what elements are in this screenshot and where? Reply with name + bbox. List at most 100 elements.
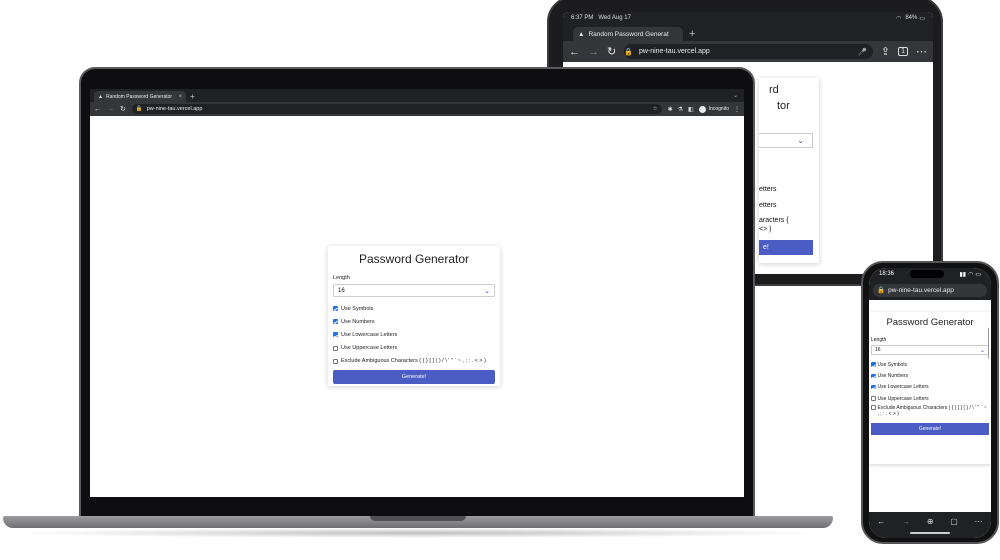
exclude-ambiguous-checkbox[interactable] <box>333 358 338 364</box>
laptop-toolbar: ← → ↻ 🔒 pw-nine-tau.vercel.app ☆ ✱ ⚗ ◧ I… <box>90 102 744 116</box>
tablet-toolbar: ← → ↻ 🔒 pw-nine-tau.vercel.app 🎤 ⇪ 1 ⋯ <box>563 41 933 62</box>
new-tab-icon[interactable]: + <box>190 91 195 102</box>
tablet-generate-button[interactable]: e! <box>759 240 813 255</box>
option-numbers[interactable]: Use Numbers <box>333 315 495 328</box>
phone-option-exclude-ambiguous[interactable]: Exclude Ambiguous Characters ( { } [ ] (… <box>871 404 989 420</box>
lock-icon: 🔒 <box>624 48 633 56</box>
password-generator-card: Password Generator Length 16 ⌄ Use Symbo… <box>328 246 500 386</box>
phone-address-bar[interactable]: 🔒 pw-nine-tau.vercel.app <box>873 283 987 297</box>
laptop-toolbar-icons: ✱ ⚗ ◧ Incognito ⋮ <box>668 105 740 113</box>
option-label: Use Numbers <box>877 372 909 379</box>
phone-lowercase-checkbox[interactable] <box>871 384 876 390</box>
site-favicon-icon: ▲ <box>578 30 585 38</box>
phone-page: Password Generator Length 16 ⌄ Use Symbo… <box>869 300 991 512</box>
laptop-browser-tab[interactable]: ▲ Random Password Generator × <box>94 91 186 102</box>
incognito-indicator[interactable]: Incognito <box>698 105 729 113</box>
lock-icon: 🔒 <box>877 287 886 294</box>
phone-uppercase-checkbox[interactable] <box>871 396 876 401</box>
tabs-icon[interactable]: ▢ <box>950 517 958 526</box>
phone-option-lowercase[interactable]: Use Lowercase Letters <box>871 382 989 393</box>
tablet-browser-tab[interactable]: ▲ Random Password Generat <box>573 27 683 41</box>
option-label: Use Uppercase Letters <box>341 345 398 352</box>
page-title: Password Generator <box>358 252 470 266</box>
length-select[interactable]: 16 ⌄ <box>333 284 495 297</box>
phone-option-symbols[interactable]: Use Symbols <box>871 359 989 370</box>
uppercase-checkbox[interactable] <box>333 345 338 351</box>
laptop-tab-title: Random Password Generator <box>105 93 173 100</box>
phone-status-bar: 18:36 ▮▮ ◠ ▭ <box>869 268 991 280</box>
new-tab-icon[interactable]: ⊕ <box>927 517 934 526</box>
numbers-checkbox[interactable] <box>333 319 338 325</box>
incognito-icon <box>698 105 706 113</box>
close-tab-icon[interactable]: × <box>178 94 182 100</box>
laptop-notch <box>370 516 466 521</box>
flask-icon[interactable]: ⚗ <box>678 106 683 113</box>
option-exclude-ambiguous[interactable]: Exclude Ambiguous Characters ( { } [ ] (… <box>333 355 495 368</box>
back-icon[interactable]: ← <box>94 106 101 113</box>
tablet-tab-title: Random Password Generat <box>588 30 669 38</box>
new-tab-icon[interactable]: + <box>689 27 695 41</box>
generate-button[interactable]: Generate! <box>333 369 495 384</box>
sidepanel-icon[interactable]: ◧ <box>688 106 694 113</box>
phone-symbols-checkbox[interactable] <box>871 362 876 367</box>
tablet-status-bar: 6:37 PM Wed Aug 17 ◠ 84% ▭ <box>563 12 933 24</box>
option-label: Use Lowercase Letters <box>877 384 929 391</box>
phone-scrollbar[interactable] <box>988 328 989 358</box>
tablet-generator-card: rd tor ⌄ etters etters aracters { <> ) e… <box>759 78 819 263</box>
options-list: Use Symbols Use Numbers Use Lowercase Le… <box>328 302 500 368</box>
option-symbols[interactable]: Use Symbols <box>333 302 495 315</box>
phone-time: 18:36 <box>879 271 895 277</box>
phone-options-list: Use Symbols Use Numbers Use Lowercase Le… <box>869 359 991 420</box>
phone-page-title: Password Generator <box>886 317 974 328</box>
bookmark-star-icon[interactable]: ☆ <box>653 106 658 112</box>
tab-search-icon[interactable]: ⌄ <box>733 91 744 102</box>
tablet-option-label: etters <box>759 186 777 193</box>
tablet-address-bar[interactable]: 🔒 pw-nine-tau.vercel.app 🎤 <box>624 44 873 59</box>
reload-icon[interactable]: ↻ <box>607 45 616 58</box>
more-icon[interactable]: ⋮ <box>734 106 740 113</box>
phone-length-select[interactable]: 16 ⌄ <box>871 345 989 355</box>
tablet-option-label: etters <box>759 202 777 209</box>
phone-option-uppercase[interactable]: Use Uppercase Letters <box>871 393 989 404</box>
option-uppercase[interactable]: Use Uppercase Letters <box>333 342 495 355</box>
option-label: Exclude Ambiguous Characters ( { } [ ] (… <box>341 358 486 365</box>
tablet-length-select[interactable]: ⌄ <box>759 133 813 148</box>
share-icon[interactable]: ⇪ <box>881 45 890 58</box>
more-icon[interactable]: ⋯ <box>975 517 983 526</box>
tablet-title-part: tor <box>777 100 790 112</box>
mic-icon[interactable]: 🎤 <box>858 48 867 56</box>
option-lowercase[interactable]: Use Lowercase Letters <box>333 328 495 341</box>
more-icon[interactable]: ⋯ <box>916 45 927 58</box>
laptop-address-bar[interactable]: 🔒 pw-nine-tau.vercel.app ☆ <box>131 104 662 114</box>
phone-device: 18:36 ▮▮ ◠ ▭ 🔒 pw-nine-tau.vercel.app Pa… <box>861 261 999 544</box>
phone-option-numbers[interactable]: Use Numbers <box>871 370 989 381</box>
phone-bottom-toolbar: ← → ⊕ ▢ ⋯ <box>869 512 991 538</box>
dynamic-island <box>909 270 944 278</box>
wifi-icon: ◠ <box>968 271 974 278</box>
phone-exclude-ambiguous-checkbox[interactable] <box>871 405 876 410</box>
option-label: Use Uppercase Letters <box>877 395 929 402</box>
length-label: Length <box>333 275 350 281</box>
tablet-option-label: <> ) <box>759 226 772 233</box>
site-favicon-icon: ▲ <box>98 93 103 100</box>
option-label: Use Symbols <box>341 305 374 312</box>
back-icon[interactable]: ← <box>877 517 885 526</box>
home-indicator <box>910 532 950 534</box>
tab-count-icon[interactable]: 1 <box>898 47 908 56</box>
incognito-label: Incognito <box>708 106 729 112</box>
extensions-icon[interactable]: ✱ <box>668 106 673 113</box>
reload-icon[interactable]: ↻ <box>120 105 126 113</box>
tablet-tab-strip: ▲ Random Password Generat + <box>563 24 933 41</box>
back-icon[interactable]: ← <box>569 46 580 58</box>
lowercase-checkbox[interactable] <box>333 332 338 338</box>
phone-screen: 18:36 ▮▮ ◠ ▭ 🔒 pw-nine-tau.vercel.app Pa… <box>869 268 991 538</box>
symbols-checkbox[interactable] <box>333 306 338 312</box>
phone-generate-button[interactable]: Generate! <box>871 423 989 436</box>
forward-icon[interactable]: → <box>107 106 114 113</box>
forward-icon[interactable]: → <box>588 46 599 58</box>
option-label: Use Symbols <box>877 361 907 368</box>
tablet-url: pw-nine-tau.vercel.app <box>638 48 710 55</box>
phone-numbers-checkbox[interactable] <box>871 373 876 379</box>
forward-icon[interactable]: → <box>902 517 910 526</box>
phone-length-value: 16 <box>875 347 881 353</box>
